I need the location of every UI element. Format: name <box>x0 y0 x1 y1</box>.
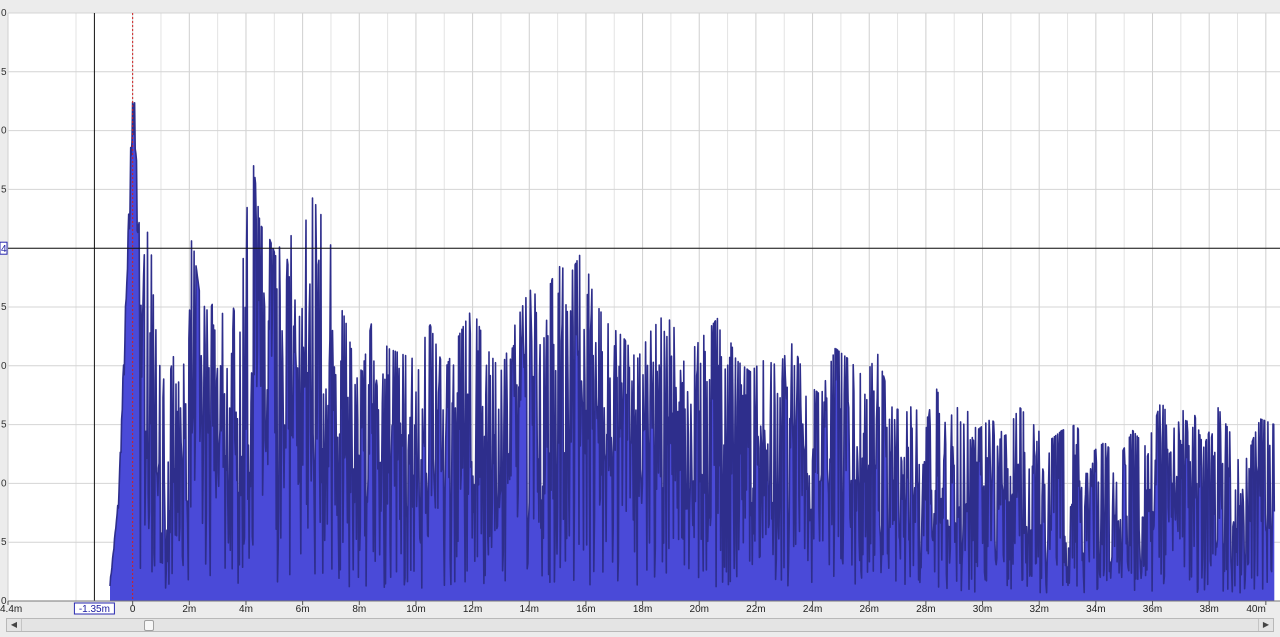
chevron-right-icon: ▶ <box>1262 620 1270 629</box>
x-tick-label: 8m <box>352 604 366 615</box>
scroll-right-button[interactable]: ▶ <box>1258 619 1273 631</box>
x-tick-label: 24m <box>803 604 822 615</box>
y-tick-label: 5 <box>1 67 7 78</box>
y-tick-label: 5 <box>1 537 7 548</box>
y-tick-labels: 05054505050 <box>1 8 7 607</box>
x-tick-label: 0 <box>130 604 136 615</box>
x-tick-label: 4m <box>239 604 253 615</box>
chevron-left-icon: ◀ <box>10 620 18 629</box>
cursor-x-readout: -1.35m <box>79 604 110 615</box>
y-tick-label: 0 <box>1 478 7 489</box>
y-tick-label: 5 <box>1 302 7 313</box>
x-tick-label: 30m <box>973 604 992 615</box>
plot-window: 05054505050 4 4.4m02m4m6m8m10m12m14m16m1… <box>0 0 1280 637</box>
x-tick-label: 34m <box>1086 604 1105 615</box>
y-tick-label: 0 <box>1 361 7 372</box>
x-tick-label: 10m <box>406 604 425 615</box>
x-tick-label: 22m <box>746 604 765 615</box>
x-tick-label: 40m <box>1246 604 1265 615</box>
x-tick-label: 36m <box>1143 604 1162 615</box>
y-tick-label: 0 <box>1 8 7 19</box>
x-tick-label: 14m <box>520 604 539 615</box>
scroll-left-button[interactable]: ◀ <box>7 619 22 631</box>
x-tick-label: 12m <box>463 604 482 615</box>
x-tick-label: 2m <box>182 604 196 615</box>
x-tick-label: 32m <box>1029 604 1048 615</box>
x-tick-label: 18m <box>633 604 652 615</box>
cursor-y-readout: 4 <box>1 244 7 255</box>
x-axis: 4.4m 0 2m 4m 6m 8m 10m 12m 14m 16m 18m 20m 22m 24m 26m… <box>0 600 1280 615</box>
horizontal-scrollbar[interactable]: ◀ ▶ <box>6 618 1274 632</box>
y-tick-label: 0 <box>1 126 7 137</box>
x-tick-label: 16m <box>576 604 595 615</box>
x-tick-label: 26m <box>859 604 878 615</box>
x-tick-label: 6m <box>296 604 310 615</box>
x-tick-label: 4.4m <box>0 604 22 615</box>
waveform-chart[interactable]: 05054505050 4 4.4m02m4m6m8m10m12m14m16m1… <box>0 0 1280 637</box>
x-tick-label: 28m <box>916 604 935 615</box>
y-tick-label: 5 <box>1 420 7 431</box>
x-tick-label: 38m <box>1199 604 1218 615</box>
x-tick-label: 20m <box>690 604 709 615</box>
scrollbar-thumb[interactable] <box>144 620 154 631</box>
y-tick-label: 5 <box>1 184 7 195</box>
